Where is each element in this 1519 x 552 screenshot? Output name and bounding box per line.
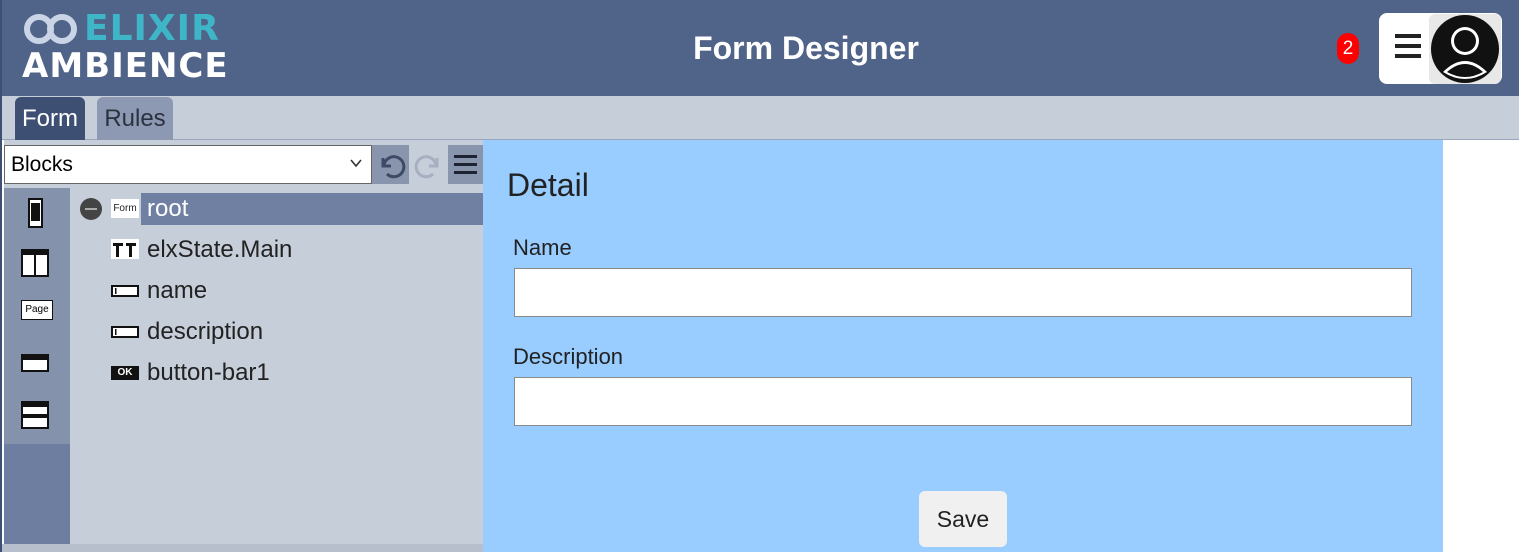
tree-item-label: name xyxy=(147,277,208,304)
tree-item-button-bar[interactable]: OK button-bar1 xyxy=(70,357,483,389)
single-row-icon[interactable] xyxy=(20,348,50,378)
undo-button[interactable] xyxy=(372,145,409,184)
phone-layout-icon[interactable] xyxy=(20,198,50,228)
collapse-toggle-icon[interactable] xyxy=(79,197,103,221)
textbox-icon xyxy=(111,326,139,338)
name-field[interactable] xyxy=(514,268,1412,317)
user-avatar-icon[interactable] xyxy=(1429,14,1501,84)
user-menu[interactable] xyxy=(1379,13,1502,84)
block-palette: Page xyxy=(4,188,70,444)
tab-form[interactable]: Form xyxy=(15,97,85,140)
tree-item-label: button-bar1 xyxy=(147,359,270,386)
tree-item-label: description xyxy=(147,318,264,345)
form-canvas: Detail Name Description Save xyxy=(483,140,1443,552)
state-icon xyxy=(111,239,139,259)
name-label: Name xyxy=(513,235,572,260)
description-label: Description xyxy=(513,344,624,369)
tab-bar: Form Rules xyxy=(2,96,1519,140)
page-title: Form Designer xyxy=(693,30,919,66)
app-header: ELIXIR AMBIENCE Form Designer 2 xyxy=(2,0,1519,96)
horizontal-scrollbar[interactable] xyxy=(2,544,483,552)
chevron-down-icon xyxy=(350,159,362,168)
tree-item-label: elxState.Main xyxy=(147,236,293,263)
textbox-icon xyxy=(111,285,139,297)
description-field[interactable] xyxy=(514,377,1412,426)
button-bar-icon: OK xyxy=(111,366,139,380)
undo-icon xyxy=(381,155,406,179)
form-icon: Form xyxy=(111,199,139,218)
designer-side-panel: Blocks Page Form root elxState.Main name… xyxy=(4,140,483,552)
section-title: Detail xyxy=(507,167,589,203)
tab-rules[interactable]: Rules xyxy=(97,97,173,140)
two-row-icon[interactable] xyxy=(20,400,50,430)
blocks-select-value: Blocks xyxy=(11,153,73,176)
two-column-icon[interactable] xyxy=(20,248,50,278)
redo-button[interactable] xyxy=(411,145,448,184)
redo-icon xyxy=(414,155,439,179)
panel-menu-button[interactable] xyxy=(448,145,483,184)
app-frame: ELIXIR AMBIENCE Form Designer 2 Form Rul… xyxy=(0,0,1519,552)
tree-item-label: root xyxy=(141,193,483,225)
save-button[interactable]: Save xyxy=(919,491,1007,547)
tree-item-root[interactable]: Form root xyxy=(70,193,483,225)
notification-badge[interactable]: 2 xyxy=(1337,33,1359,64)
tree-item-description[interactable]: description xyxy=(70,316,483,348)
menu-icon xyxy=(454,155,477,174)
page-icon[interactable]: Page xyxy=(21,300,53,320)
tree-item-state[interactable]: elxState.Main xyxy=(70,234,483,266)
palette-spacer xyxy=(4,444,70,552)
component-tree: Form root elxState.Main name description… xyxy=(70,188,483,548)
hamburger-icon[interactable] xyxy=(1395,34,1421,60)
blocks-select[interactable]: Blocks xyxy=(4,145,372,184)
tree-item-name[interactable]: name xyxy=(70,275,483,307)
